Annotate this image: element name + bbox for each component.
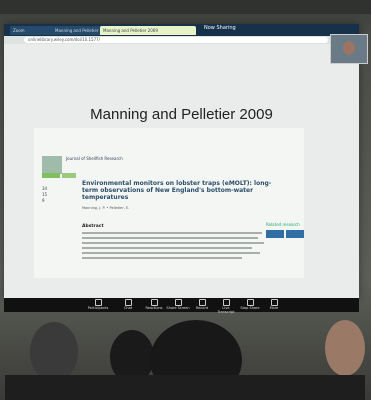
chat-button[interactable]: Chat xyxy=(116,299,140,310)
share-icon xyxy=(174,299,182,306)
browser-tab-active[interactable]: Manning and Pelletier 2009 xyxy=(100,26,196,35)
more-label: More xyxy=(269,306,279,310)
ceiling-edge xyxy=(0,0,371,14)
browser-tab-2[interactable]: Manning and Pelletier 2009 xyxy=(52,26,102,35)
pdf-button[interactable] xyxy=(62,173,76,178)
projection-screen: Zoom Manning and Pelletier 2009 Manning … xyxy=(4,24,359,298)
share-button[interactable]: Share Screen xyxy=(166,299,190,310)
address-bar: onlinelibrary.wiley.com/doi/10.1577/ xyxy=(4,36,359,44)
abstract-heading: Abstract xyxy=(82,224,104,229)
share-label: Share Screen xyxy=(166,306,190,310)
browser-tab-bar: Zoom Manning and Pelletier 2009 Manning … xyxy=(4,24,359,36)
presenter-face xyxy=(343,41,355,55)
metrics-panel: 34 15 9 xyxy=(42,186,47,204)
chat-label: Chat xyxy=(123,306,133,310)
journal-name[interactable]: Journal of Shellfish Research xyxy=(66,156,123,161)
abstract-line xyxy=(82,252,260,254)
more-icon xyxy=(270,299,278,306)
reaction-icon xyxy=(150,299,158,306)
sharing-indicator: Now Sharing xyxy=(204,25,236,31)
participants-label: Participants xyxy=(87,306,109,310)
related-button-2[interactable] xyxy=(286,230,304,238)
related-panel: Related research xyxy=(266,222,306,282)
more-button[interactable]: More xyxy=(262,299,286,310)
page-title: Manning and Pelletier 2009 xyxy=(90,106,273,123)
zoom-toolbar: Participants Chat Reactions Share Screen… xyxy=(4,298,359,314)
abstract-line xyxy=(82,242,264,244)
chat-icon xyxy=(124,299,132,306)
stop-share-label: Stop Share xyxy=(240,306,260,310)
stop-icon xyxy=(246,299,254,306)
reactions-label: Reactions xyxy=(145,306,163,310)
browser-tab-1[interactable]: Zoom xyxy=(10,26,54,35)
abstract-line xyxy=(82,257,242,259)
webcam-thumbnail xyxy=(330,34,368,64)
record-label: Record xyxy=(195,306,209,310)
cc-icon xyxy=(222,299,230,306)
related-heading: Related research xyxy=(266,222,300,227)
transcript-button[interactable]: Live Transcript xyxy=(214,299,238,314)
record-button[interactable]: Record xyxy=(190,299,214,310)
audience-row xyxy=(5,375,365,400)
stop-share-button[interactable]: Stop Share xyxy=(238,299,262,310)
article-page: Journal of Shellfish Research 34 15 9 En… xyxy=(34,128,304,278)
metric-3: 9 xyxy=(42,198,45,203)
url-field[interactable]: onlinelibrary.wiley.com/doi/10.1577/ xyxy=(24,37,328,43)
audience-head xyxy=(30,322,78,382)
abstract-line xyxy=(82,232,262,234)
abstract-line xyxy=(82,237,258,239)
transcript-label: Live Transcript xyxy=(217,306,235,314)
article-authors[interactable]: Manning, J. P. • Pelletier, E. xyxy=(82,206,129,210)
record-icon xyxy=(198,299,206,306)
abstract-line xyxy=(82,247,252,249)
participants-button[interactable]: Participants xyxy=(86,299,110,310)
people-icon xyxy=(94,299,102,306)
journal-cover xyxy=(42,156,62,174)
related-button-1[interactable] xyxy=(266,230,284,238)
audience-head xyxy=(325,320,365,376)
article-title: Environmental monitors on lobster traps … xyxy=(82,180,272,201)
reactions-button[interactable]: Reactions xyxy=(142,299,166,310)
access-badge[interactable] xyxy=(42,173,60,178)
